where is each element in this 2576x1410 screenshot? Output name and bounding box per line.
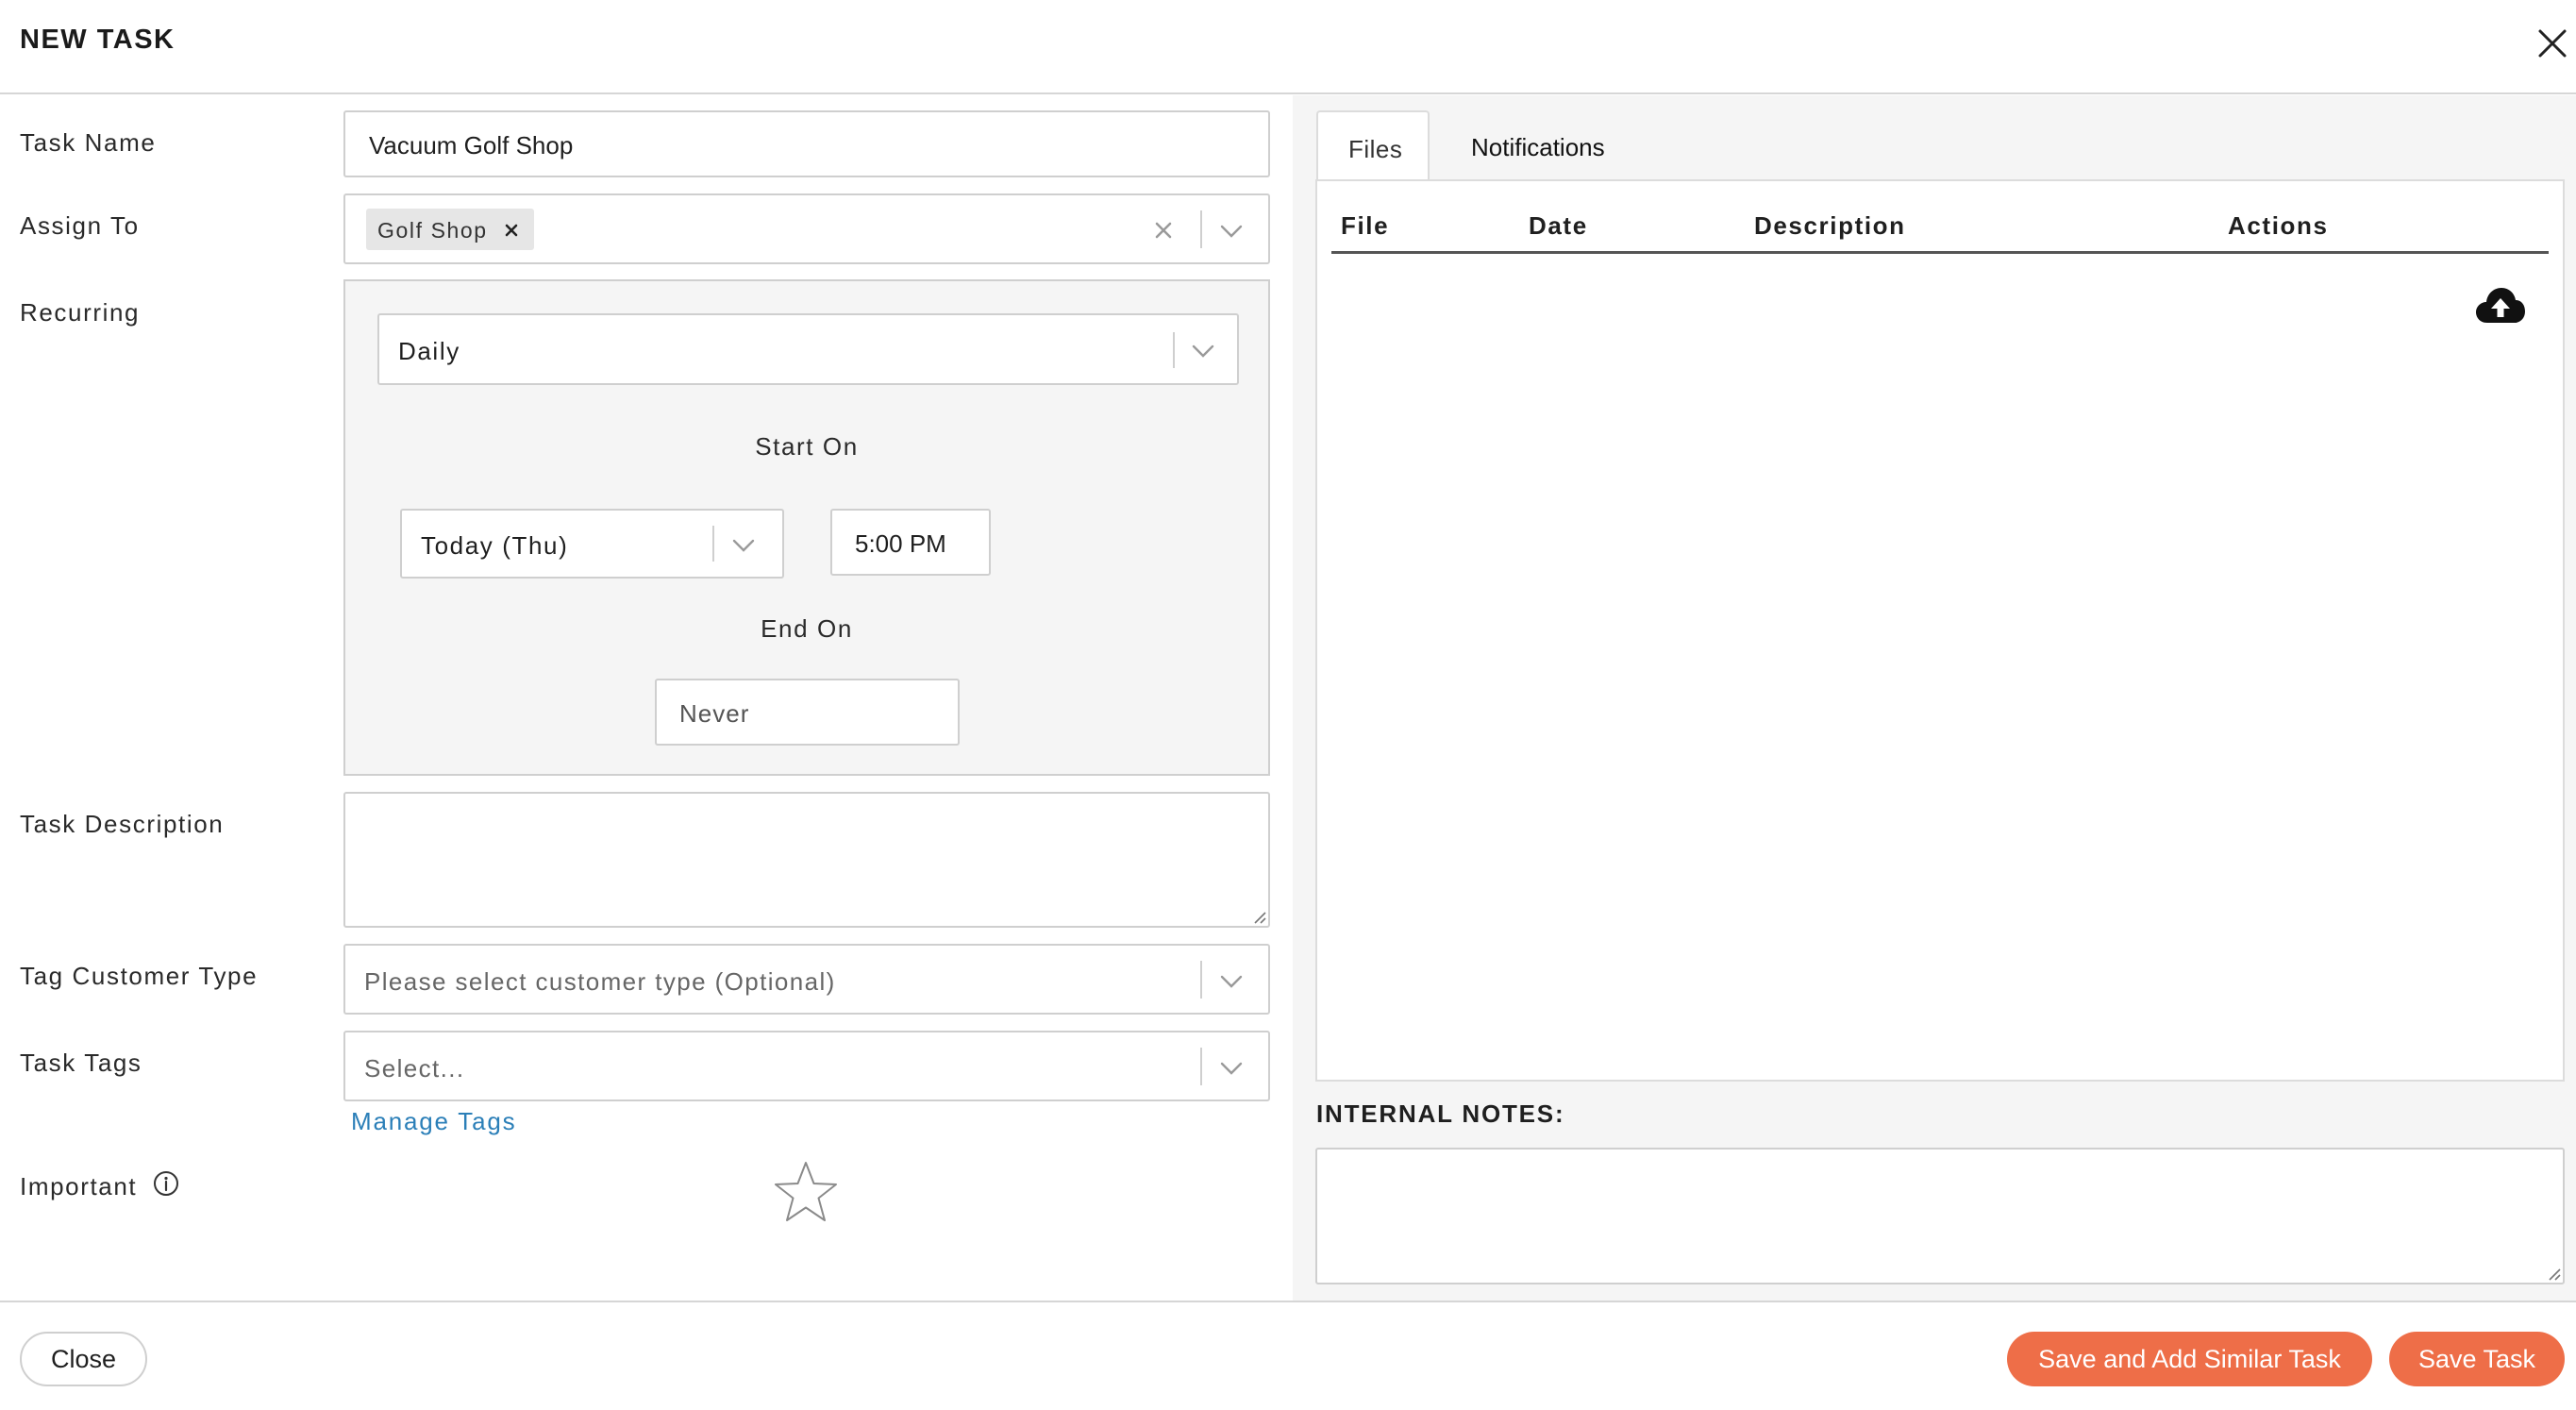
close-button[interactable]: Close [20, 1332, 147, 1386]
end-on-input[interactable]: Never [655, 679, 960, 746]
task-name-input[interactable]: Vacuum Golf Shop [343, 110, 1270, 177]
tab-notifications[interactable]: Notifications [1460, 110, 1630, 181]
resize-handle-icon[interactable] [1253, 911, 1266, 924]
cloud-upload-icon[interactable] [2474, 285, 2527, 327]
tab-notifications-label: Notifications [1471, 133, 1605, 161]
customer-type-select[interactable]: Please select customer type (Optional) [343, 944, 1270, 1015]
customer-type-placeholder: Please select customer type (Optional) [364, 967, 836, 996]
resize-handle-icon[interactable] [2548, 1267, 2561, 1281]
column-date[interactable]: Date [1529, 211, 1588, 241]
tab-files[interactable]: Files [1316, 110, 1430, 181]
recurring-panel: Daily Start On Today (Thu) 5:00 PM End O… [343, 279, 1270, 776]
chevron-down-icon[interactable] [1219, 224, 1244, 239]
start-day-value: Today (Thu) [421, 531, 569, 560]
chevron-down-icon[interactable] [731, 538, 756, 553]
frequency-select[interactable]: Daily [377, 313, 1239, 385]
column-description[interactable]: Description [1754, 211, 1906, 241]
select-separator [712, 526, 714, 562]
chevron-down-icon[interactable] [1191, 344, 1215, 359]
assign-chip-label: Golf Shop [377, 218, 488, 243]
task-tags-label: Task Tags [20, 1049, 142, 1077]
info-icon[interactable] [153, 1170, 179, 1197]
end-on-value: Never [679, 699, 750, 728]
start-day-select[interactable]: Today (Thu) [400, 509, 784, 579]
right-panel: Files Notifications File Date Descriptio… [1293, 95, 2576, 1301]
recurring-label: Recurring [20, 298, 141, 327]
internal-notes-textarea[interactable] [1315, 1148, 2565, 1284]
assign-to-select[interactable]: Golf Shop [343, 193, 1270, 264]
start-time-input[interactable]: 5:00 PM [830, 509, 991, 576]
frequency-value: Daily [398, 337, 460, 365]
star-icon[interactable] [772, 1159, 840, 1225]
task-tags-select[interactable]: Select... [343, 1031, 1270, 1101]
manage-tags-link[interactable]: Manage Tags [351, 1107, 516, 1136]
select-separator [1200, 1048, 1202, 1085]
close-icon[interactable] [2534, 25, 2571, 62]
clear-icon[interactable] [1153, 220, 1174, 241]
internal-notes-label: INTERNAL NOTES: [1316, 1099, 1565, 1128]
remove-chip-icon[interactable] [504, 223, 519, 238]
select-separator [1173, 332, 1175, 368]
modal-header: NEW TASK [0, 0, 2576, 94]
chevron-down-icon[interactable] [1219, 1061, 1244, 1076]
task-description-textarea[interactable] [343, 792, 1270, 928]
start-on-label: Start On [755, 432, 859, 461]
modal-title: NEW TASK [20, 25, 176, 55]
task-tags-placeholder: Select... [364, 1054, 465, 1083]
select-separator [1200, 961, 1202, 999]
assign-to-label: Assign To [20, 211, 140, 240]
task-name-label: Task Name [20, 128, 157, 157]
end-on-label: End On [761, 614, 853, 643]
files-table-header: File Date Description Actions [1331, 181, 2549, 254]
customer-type-label: Tag Customer Type [20, 962, 259, 990]
save-task-button[interactable]: Save Task [2389, 1332, 2565, 1386]
column-file[interactable]: File [1341, 211, 1389, 241]
chevron-down-icon[interactable] [1219, 974, 1244, 989]
column-actions[interactable]: Actions [2228, 211, 2329, 241]
start-time-value: 5:00 PM [855, 529, 946, 558]
important-label: Important [20, 1172, 138, 1200]
select-separator [1200, 210, 1202, 248]
task-name-value: Vacuum Golf Shop [369, 131, 574, 159]
task-description-label: Task Description [20, 810, 225, 838]
assign-chip: Golf Shop [366, 209, 534, 250]
tab-files-label: Files [1348, 135, 1403, 163]
save-and-add-similar-button[interactable]: Save and Add Similar Task [2007, 1332, 2372, 1386]
files-panel: File Date Description Actions [1315, 179, 2565, 1082]
